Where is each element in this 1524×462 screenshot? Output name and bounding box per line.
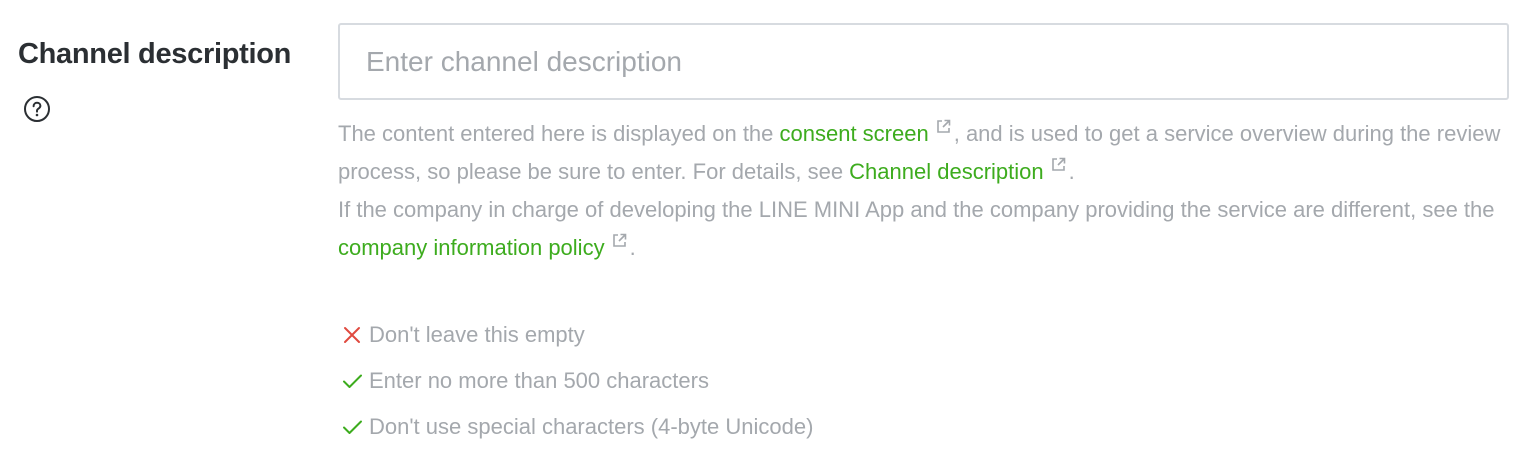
validation-rule-text: Enter no more than 500 characters xyxy=(369,368,709,393)
validation-rule-max-length: Enter no more than 500 characters xyxy=(341,364,813,398)
check-icon xyxy=(343,374,362,388)
external-link-icon[interactable] xyxy=(611,232,628,249)
field-label-column: Channel description xyxy=(18,38,291,71)
help-text-segment: The content entered here is displayed on… xyxy=(338,121,780,146)
external-link-icon[interactable] xyxy=(1050,156,1067,173)
validation-rule-text: Don't leave this empty xyxy=(369,322,585,347)
channel-description-field xyxy=(338,23,1509,100)
channel-description-link[interactable]: Channel description xyxy=(849,159,1043,184)
help-paragraph-2: If the company in charge of developing t… xyxy=(338,191,1518,267)
question-circle-icon[interactable] xyxy=(23,95,51,123)
validation-rules: Don't leave this empty Enter no more tha… xyxy=(341,318,813,456)
help-text-segment: If the company in charge of developing t… xyxy=(338,197,1495,222)
help-paragraph-1: The content entered here is displayed on… xyxy=(338,115,1518,191)
help-text-segment: . xyxy=(1068,159,1075,184)
field-label: Channel description xyxy=(18,38,292,70)
external-link-icon[interactable] xyxy=(935,118,952,135)
validation-rule-no-special-chars: Don't use special characters (4-byte Uni… xyxy=(341,410,813,444)
help-text: The content entered here is displayed on… xyxy=(338,115,1518,267)
consent-screen-link[interactable]: consent screen xyxy=(780,121,929,146)
validation-rule-not-empty: Don't leave this empty xyxy=(341,318,813,352)
help-text-segment: . xyxy=(629,235,636,260)
check-icon xyxy=(343,420,362,434)
validation-rule-text: Don't use special characters (4-byte Uni… xyxy=(369,414,814,439)
channel-description-input[interactable] xyxy=(338,23,1509,100)
company-information-policy-link[interactable]: company information policy xyxy=(338,235,605,260)
x-icon xyxy=(344,327,360,343)
